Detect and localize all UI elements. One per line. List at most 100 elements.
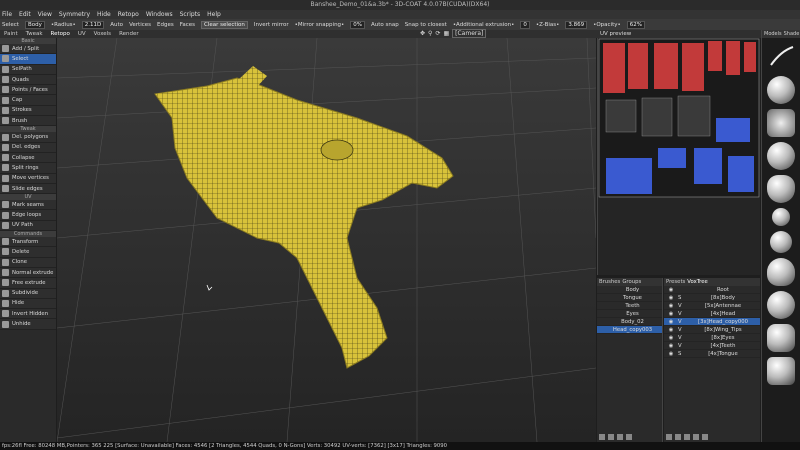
tool-move-vertices[interactable]: Move vertices <box>0 173 56 184</box>
tab-voxels[interactable]: Voxels <box>94 30 111 38</box>
tab-tweak[interactable]: Tweak <box>26 30 43 38</box>
tool-cap[interactable]: Cap <box>0 95 56 106</box>
tool-normal-extrude[interactable]: Normal extrude <box>0 267 56 279</box>
eye-icon[interactable]: ◉ <box>664 318 678 326</box>
edges-checkbox[interactable]: Edges <box>157 22 174 28</box>
tool-unhide[interactable]: Unhide <box>0 319 56 330</box>
tool-hide[interactable]: Hide <box>0 298 56 310</box>
auto-checkbox[interactable]: Auto <box>110 22 123 28</box>
tab-render[interactable]: Render <box>119 30 139 38</box>
preset-bone-thumbnail[interactable] <box>767 357 795 385</box>
preset-stroke-thumbnail[interactable] <box>767 43 795 71</box>
rotate-icon[interactable]: ⟳ <box>435 30 440 37</box>
tool-points-faces[interactable]: Points / Faces <box>0 85 56 96</box>
zbias-input[interactable]: 3.869 <box>565 20 588 29</box>
radius-input[interactable]: 2.11D <box>81 20 105 29</box>
menu-windows[interactable]: Windows <box>146 10 173 19</box>
preset-sphere-thumbnail[interactable] <box>767 291 795 319</box>
eye-icon[interactable]: ◉ <box>664 326 678 334</box>
uv-preview-canvas[interactable] <box>598 38 761 198</box>
menu-file[interactable]: File <box>2 10 12 19</box>
tool-edge-loops[interactable]: Edge loops <box>0 210 56 221</box>
tool-brush[interactable]: Brush <box>0 116 56 127</box>
tool-clone[interactable]: Clone <box>0 257 56 268</box>
tool-strokes[interactable]: Strokes <box>0 105 56 117</box>
tool-del-edges[interactable]: Del. edges <box>0 142 56 153</box>
trash-icon[interactable] <box>702 434 708 440</box>
select-tool-label[interactable]: Select <box>2 22 19 28</box>
trash-icon[interactable] <box>626 434 632 440</box>
merge-icon[interactable] <box>617 434 623 440</box>
tool-free-extrude[interactable]: Free extrude <box>0 278 56 289</box>
auto-snap-checkbox[interactable]: Auto snap <box>371 22 399 28</box>
preset-sphere-thumbnail[interactable] <box>767 142 795 170</box>
uv-island <box>654 43 678 89</box>
tab-models[interactable]: Models <box>764 30 782 38</box>
tool-slide-edges[interactable]: Slide edges <box>0 183 56 195</box>
preset-claw-thumbnail[interactable] <box>767 324 795 352</box>
preset-egg-thumbnail[interactable] <box>767 258 795 286</box>
zoom-icon[interactable]: ⚲ <box>428 30 432 37</box>
copy-icon[interactable] <box>608 434 614 440</box>
tool-uv-path[interactable]: UV Path <box>0 220 56 232</box>
menu-hide[interactable]: Hide <box>97 10 111 19</box>
clone-volume-icon[interactable] <box>675 434 681 440</box>
menu-scripts[interactable]: Scripts <box>180 10 201 19</box>
menu-help[interactable]: Help <box>207 10 221 19</box>
tab-uv[interactable]: UV <box>78 30 86 38</box>
vertices-checkbox[interactable]: Vertices <box>129 22 151 28</box>
menu-view[interactable]: View <box>38 10 52 19</box>
body-dropdown[interactable]: Body <box>24 20 45 29</box>
opacity-input[interactable]: 62% <box>626 20 645 29</box>
3d-viewport[interactable] <box>57 38 596 442</box>
tool-del-polygons[interactable]: Del. polygons <box>0 132 56 143</box>
tool-subdivide[interactable]: Subdivide <box>0 288 56 299</box>
tool-invert-hidden[interactable]: Invert Hidden <box>0 309 56 320</box>
faces-checkbox[interactable]: Faces <box>180 22 195 28</box>
snap-to-closest-checkbox[interactable]: Snap to closest <box>405 22 447 28</box>
viewport-scene[interactable] <box>57 38 596 442</box>
clear-selection-button[interactable]: Clear selection <box>201 20 248 29</box>
preset-small-sphere-thumbnail[interactable] <box>772 208 790 226</box>
camera-dropdown[interactable]: [Camera] <box>452 29 487 38</box>
tool-delete[interactable]: Delete <box>0 247 56 258</box>
voxtree-row[interactable]: ◉ S [4x]Tongue <box>664 350 760 358</box>
eye-icon[interactable]: ◉ <box>664 294 678 302</box>
tool-split-rings[interactable]: Split rings <box>0 163 56 174</box>
merge-icon[interactable] <box>693 434 699 440</box>
tab-retopo[interactable]: Retopo <box>51 30 70 38</box>
eye-icon[interactable]: ◉ <box>664 310 678 318</box>
menu-symmetry[interactable]: Symmetry <box>59 10 90 19</box>
menu-retopo[interactable]: Retopo <box>118 10 139 19</box>
grid-icon[interactable]: ▦ <box>443 30 449 37</box>
preset-blob-thumbnail[interactable] <box>767 175 795 203</box>
additional-extrusion-input[interactable]: 0 <box>520 20 530 29</box>
eye-icon[interactable]: ◉ <box>664 302 678 310</box>
eye-icon[interactable]: ◉ <box>664 286 678 294</box>
preset-sphere-thumbnail[interactable] <box>767 76 795 104</box>
menu-edit[interactable]: Edit <box>19 10 31 19</box>
tool-selpath[interactable]: SelPath <box>0 64 56 75</box>
mirror-snapping-input[interactable]: 0% <box>350 20 366 29</box>
new-volume-icon[interactable] <box>666 434 672 440</box>
tool-quads[interactable]: Quads <box>0 74 56 86</box>
tab-shaders[interactable]: Shade <box>784 30 800 38</box>
list-item-selected[interactable]: Head_copy003 <box>597 326 662 334</box>
tool-add-split[interactable]: Add / Split <box>0 44 56 55</box>
tab-paint[interactable]: Paint <box>4 30 18 38</box>
tool-label: Strokes <box>12 107 32 114</box>
tool-transform[interactable]: Transform <box>0 237 56 248</box>
tool-mark-seams[interactable]: Mark seams <box>0 200 56 211</box>
preset-sphere-thumbnail[interactable] <box>770 231 792 253</box>
tool-select[interactable]: Select <box>0 54 56 65</box>
uv-preview-panel[interactable] <box>597 38 760 275</box>
pan-icon[interactable]: ✥ <box>420 30 425 37</box>
invert-mirror-checkbox[interactable]: Invert mirror <box>254 22 289 28</box>
tool-collapse[interactable]: Collapse <box>0 152 56 164</box>
preset-creature-thumbnail[interactable] <box>767 109 795 137</box>
eye-icon[interactable]: ◉ <box>664 334 678 342</box>
new-layer-icon[interactable] <box>599 434 605 440</box>
eye-icon[interactable]: ◉ <box>664 342 678 350</box>
eye-icon[interactable]: ◉ <box>664 350 678 358</box>
folder-icon[interactable] <box>684 434 690 440</box>
